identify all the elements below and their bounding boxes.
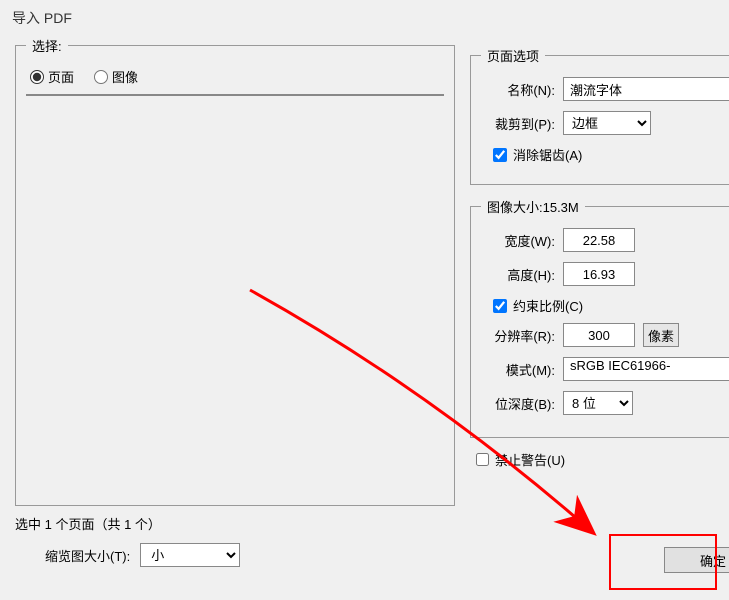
name-label: 名称(N): bbox=[481, 80, 555, 99]
scroll-down-icon[interactable]: ▼ bbox=[427, 94, 443, 95]
antialias-label: 消除锯齿(A) bbox=[513, 145, 582, 164]
bitdepth-select[interactable]: 8 位 bbox=[563, 391, 633, 415]
radio-image-input[interactable] bbox=[94, 70, 108, 84]
selection-fieldset: 选择: 页面 图像 archerzuo 1 bbox=[15, 36, 455, 506]
resolution-label: 分辨率(R): bbox=[481, 326, 555, 345]
width-input[interactable] bbox=[563, 228, 635, 252]
thumb-size-label: 缩览图大小(T): bbox=[45, 546, 130, 565]
window-title: 导入 PDF bbox=[0, 0, 729, 36]
suppress-warnings-label: 禁止警告(U) bbox=[495, 450, 565, 469]
width-label: 宽度(W): bbox=[481, 231, 555, 250]
image-size-legend: 图像大小:15.3M bbox=[481, 197, 585, 216]
right-panel: 页面选项 名称(N): 裁剪到(P): 边框 消除锯齿(A) 图像大小:15.3… bbox=[470, 36, 729, 573]
ok-button[interactable]: 确定 bbox=[664, 547, 729, 573]
height-input[interactable] bbox=[563, 262, 635, 286]
constrain-label: 约束比例(C) bbox=[513, 296, 583, 315]
selection-legend: 选择: bbox=[26, 36, 68, 55]
selection-footer: 选中 1 个页面（共 1 个） 缩览图大小(T): 小 bbox=[15, 506, 455, 573]
resolution-unit-button[interactable]: 像素 bbox=[643, 323, 679, 347]
radio-image[interactable]: 图像 bbox=[94, 67, 138, 86]
antialias-checkbox[interactable] bbox=[493, 148, 507, 162]
thumbnail-area[interactable]: archerzuo 1 ▲ ▼ bbox=[26, 94, 444, 96]
mode-label: 模式(M): bbox=[481, 360, 555, 379]
crop-select[interactable]: 边框 bbox=[563, 111, 651, 135]
radio-image-label: 图像 bbox=[112, 67, 138, 86]
crop-label: 裁剪到(P): bbox=[481, 114, 555, 133]
selection-count: 选中 1 个页面（共 1 个） bbox=[15, 514, 455, 533]
suppress-warnings-checkbox[interactable] bbox=[476, 453, 489, 466]
radio-page-label: 页面 bbox=[48, 67, 74, 86]
resolution-input[interactable] bbox=[563, 323, 635, 347]
page-options-fieldset: 页面选项 名称(N): 裁剪到(P): 边框 消除锯齿(A) bbox=[470, 46, 729, 185]
thumb-size-select[interactable]: 小 bbox=[140, 543, 240, 567]
constrain-checkbox[interactable] bbox=[493, 299, 507, 313]
height-label: 高度(H): bbox=[481, 265, 555, 284]
page-options-legend: 页面选项 bbox=[481, 46, 545, 65]
radio-group: 页面 图像 bbox=[26, 67, 444, 86]
bitdepth-label: 位深度(B): bbox=[481, 394, 555, 413]
radio-page[interactable]: 页面 bbox=[30, 67, 74, 86]
scroll-up-icon[interactable]: ▲ bbox=[427, 95, 443, 96]
radio-page-input[interactable] bbox=[30, 70, 44, 84]
left-panel: 选择: 页面 图像 archerzuo 1 bbox=[15, 36, 455, 573]
image-size-fieldset: 图像大小:15.3M 宽度(W): 高度(H): 约束比例(C) 分辨率(R):… bbox=[470, 197, 729, 438]
mode-value[interactable]: sRGB IEC61966- bbox=[563, 357, 729, 381]
name-input[interactable] bbox=[563, 77, 729, 101]
